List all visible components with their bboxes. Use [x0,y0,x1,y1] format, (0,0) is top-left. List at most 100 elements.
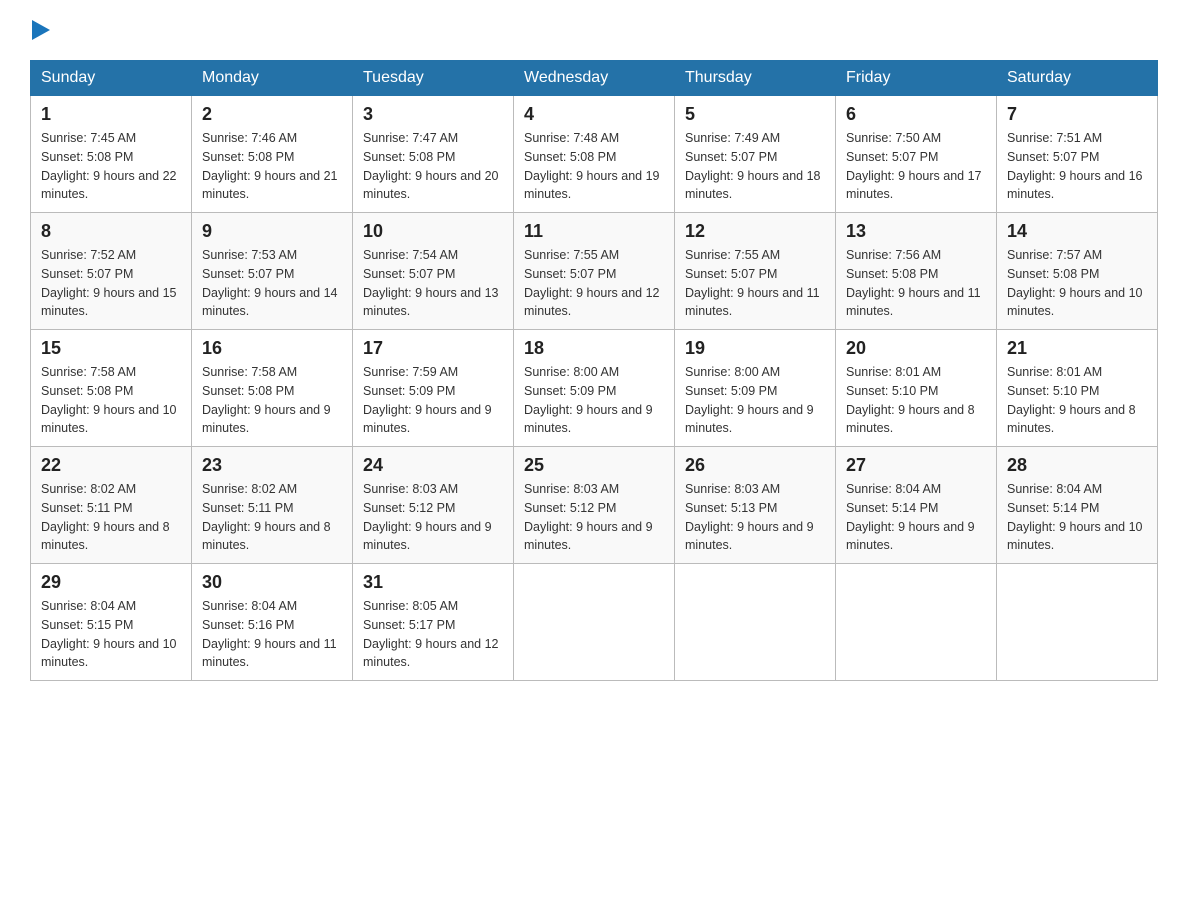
day-info: Sunrise: 7:59 AMSunset: 5:09 PMDaylight:… [363,363,503,438]
header-thursday: Thursday [675,61,836,96]
day-number: 19 [685,338,825,359]
day-number: 14 [1007,221,1147,242]
calendar-cell: 31 Sunrise: 8:05 AMSunset: 5:17 PMDaylig… [353,564,514,681]
day-number: 25 [524,455,664,476]
calendar-cell: 24 Sunrise: 8:03 AMSunset: 5:12 PMDaylig… [353,447,514,564]
day-info: Sunrise: 7:47 AMSunset: 5:08 PMDaylight:… [363,129,503,204]
day-info: Sunrise: 7:55 AMSunset: 5:07 PMDaylight:… [524,246,664,321]
calendar-week-row: 8 Sunrise: 7:52 AMSunset: 5:07 PMDayligh… [31,213,1158,330]
day-number: 2 [202,104,342,125]
day-number: 20 [846,338,986,359]
calendar-cell: 14 Sunrise: 7:57 AMSunset: 5:08 PMDaylig… [997,213,1158,330]
day-info: Sunrise: 8:04 AMSunset: 5:15 PMDaylight:… [41,597,181,672]
calendar-cell: 22 Sunrise: 8:02 AMSunset: 5:11 PMDaylig… [31,447,192,564]
day-number: 3 [363,104,503,125]
day-number: 28 [1007,455,1147,476]
header-wednesday: Wednesday [514,61,675,96]
day-number: 23 [202,455,342,476]
day-number: 26 [685,455,825,476]
day-number: 9 [202,221,342,242]
calendar-cell: 8 Sunrise: 7:52 AMSunset: 5:07 PMDayligh… [31,213,192,330]
header-tuesday: Tuesday [353,61,514,96]
day-number: 16 [202,338,342,359]
day-number: 21 [1007,338,1147,359]
calendar-table: Sunday Monday Tuesday Wednesday Thursday… [30,60,1158,681]
day-number: 22 [41,455,181,476]
day-info: Sunrise: 7:48 AMSunset: 5:08 PMDaylight:… [524,129,664,204]
calendar-cell: 17 Sunrise: 7:59 AMSunset: 5:09 PMDaylig… [353,330,514,447]
calendar-cell: 18 Sunrise: 8:00 AMSunset: 5:09 PMDaylig… [514,330,675,447]
day-number: 27 [846,455,986,476]
day-info: Sunrise: 7:56 AMSunset: 5:08 PMDaylight:… [846,246,986,321]
day-info: Sunrise: 8:03 AMSunset: 5:12 PMDaylight:… [524,480,664,555]
day-number: 13 [846,221,986,242]
day-info: Sunrise: 8:04 AMSunset: 5:16 PMDaylight:… [202,597,342,672]
calendar-cell: 5 Sunrise: 7:49 AMSunset: 5:07 PMDayligh… [675,96,836,213]
day-info: Sunrise: 8:03 AMSunset: 5:13 PMDaylight:… [685,480,825,555]
calendar-cell: 2 Sunrise: 7:46 AMSunset: 5:08 PMDayligh… [192,96,353,213]
day-number: 11 [524,221,664,242]
day-number: 4 [524,104,664,125]
day-info: Sunrise: 8:00 AMSunset: 5:09 PMDaylight:… [685,363,825,438]
day-number: 24 [363,455,503,476]
calendar-cell: 20 Sunrise: 8:01 AMSunset: 5:10 PMDaylig… [836,330,997,447]
day-number: 18 [524,338,664,359]
calendar-cell [675,564,836,681]
calendar-cell [997,564,1158,681]
day-number: 17 [363,338,503,359]
day-info: Sunrise: 7:52 AMSunset: 5:07 PMDaylight:… [41,246,181,321]
calendar-cell: 30 Sunrise: 8:04 AMSunset: 5:16 PMDaylig… [192,564,353,681]
day-info: Sunrise: 8:00 AMSunset: 5:09 PMDaylight:… [524,363,664,438]
day-number: 10 [363,221,503,242]
day-number: 8 [41,221,181,242]
day-info: Sunrise: 7:49 AMSunset: 5:07 PMDaylight:… [685,129,825,204]
header-friday: Friday [836,61,997,96]
calendar-cell [514,564,675,681]
calendar-cell: 15 Sunrise: 7:58 AMSunset: 5:08 PMDaylig… [31,330,192,447]
day-number: 6 [846,104,986,125]
calendar-cell: 19 Sunrise: 8:00 AMSunset: 5:09 PMDaylig… [675,330,836,447]
calendar-cell: 28 Sunrise: 8:04 AMSunset: 5:14 PMDaylig… [997,447,1158,564]
calendar-week-row: 15 Sunrise: 7:58 AMSunset: 5:08 PMDaylig… [31,330,1158,447]
day-info: Sunrise: 7:53 AMSunset: 5:07 PMDaylight:… [202,246,342,321]
calendar-cell: 12 Sunrise: 7:55 AMSunset: 5:07 PMDaylig… [675,213,836,330]
day-info: Sunrise: 7:45 AMSunset: 5:08 PMDaylight:… [41,129,181,204]
calendar-cell: 7 Sunrise: 7:51 AMSunset: 5:07 PMDayligh… [997,96,1158,213]
calendar-cell: 11 Sunrise: 7:55 AMSunset: 5:07 PMDaylig… [514,213,675,330]
calendar-cell: 4 Sunrise: 7:48 AMSunset: 5:08 PMDayligh… [514,96,675,213]
header-saturday: Saturday [997,61,1158,96]
calendar-cell: 29 Sunrise: 8:04 AMSunset: 5:15 PMDaylig… [31,564,192,681]
calendar-cell: 3 Sunrise: 7:47 AMSunset: 5:08 PMDayligh… [353,96,514,213]
day-info: Sunrise: 7:46 AMSunset: 5:08 PMDaylight:… [202,129,342,204]
day-info: Sunrise: 7:55 AMSunset: 5:07 PMDaylight:… [685,246,825,321]
calendar-cell: 27 Sunrise: 8:04 AMSunset: 5:14 PMDaylig… [836,447,997,564]
day-info: Sunrise: 7:51 AMSunset: 5:07 PMDaylight:… [1007,129,1147,204]
header-sunday: Sunday [31,61,192,96]
day-info: Sunrise: 8:03 AMSunset: 5:12 PMDaylight:… [363,480,503,555]
calendar-week-row: 29 Sunrise: 8:04 AMSunset: 5:15 PMDaylig… [31,564,1158,681]
day-number: 12 [685,221,825,242]
day-info: Sunrise: 8:02 AMSunset: 5:11 PMDaylight:… [41,480,181,555]
day-number: 31 [363,572,503,593]
calendar-cell: 6 Sunrise: 7:50 AMSunset: 5:07 PMDayligh… [836,96,997,213]
day-info: Sunrise: 8:04 AMSunset: 5:14 PMDaylight:… [1007,480,1147,555]
day-number: 7 [1007,104,1147,125]
day-info: Sunrise: 8:02 AMSunset: 5:11 PMDaylight:… [202,480,342,555]
day-number: 1 [41,104,181,125]
calendar-cell [836,564,997,681]
day-number: 30 [202,572,342,593]
calendar-header-row: Sunday Monday Tuesday Wednesday Thursday… [31,61,1158,96]
header-monday: Monday [192,61,353,96]
day-info: Sunrise: 7:54 AMSunset: 5:07 PMDaylight:… [363,246,503,321]
calendar-cell: 13 Sunrise: 7:56 AMSunset: 5:08 PMDaylig… [836,213,997,330]
day-info: Sunrise: 7:58 AMSunset: 5:08 PMDaylight:… [202,363,342,438]
calendar-week-row: 1 Sunrise: 7:45 AMSunset: 5:08 PMDayligh… [31,96,1158,213]
page-header [30,20,1158,40]
day-info: Sunrise: 8:01 AMSunset: 5:10 PMDaylight:… [846,363,986,438]
calendar-cell: 25 Sunrise: 8:03 AMSunset: 5:12 PMDaylig… [514,447,675,564]
calendar-cell: 1 Sunrise: 7:45 AMSunset: 5:08 PMDayligh… [31,96,192,213]
calendar-cell: 10 Sunrise: 7:54 AMSunset: 5:07 PMDaylig… [353,213,514,330]
calendar-week-row: 22 Sunrise: 8:02 AMSunset: 5:11 PMDaylig… [31,447,1158,564]
day-info: Sunrise: 8:04 AMSunset: 5:14 PMDaylight:… [846,480,986,555]
calendar-cell: 23 Sunrise: 8:02 AMSunset: 5:11 PMDaylig… [192,447,353,564]
